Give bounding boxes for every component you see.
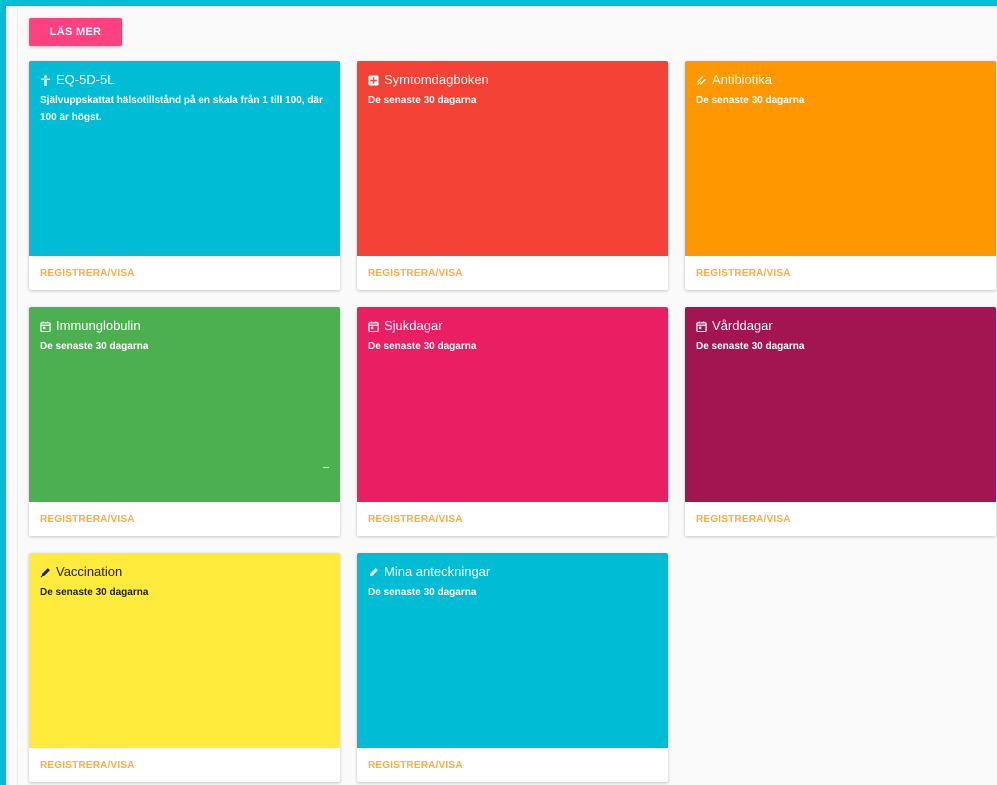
- register-view-link[interactable]: REGISTRERA/VISA: [40, 514, 135, 525]
- register-view-link[interactable]: REGISTRERA/VISA: [368, 268, 463, 279]
- card-title-text: EQ-5D-5L: [56, 72, 115, 87]
- card-body[interactable]: Immunglobulin De senaste 30 dagarna: [29, 307, 340, 502]
- card-title: Vårddagar: [696, 318, 986, 334]
- card-symtomdagboken: Symtomdagboken De senaste 30 dagarna REG…: [357, 61, 668, 290]
- card-antibiotika: Antibiotika De senaste 30 dagarna REGIST…: [685, 61, 996, 290]
- card-title: Symtomdagboken: [368, 72, 658, 88]
- card-immunglobulin: Immunglobulin De senaste 30 dagarna REGI…: [29, 307, 340, 536]
- card-footer: REGISTRERA/VISA: [357, 748, 668, 782]
- register-view-link[interactable]: REGISTRERA/VISA: [696, 514, 791, 525]
- card-footer: REGISTRERA/VISA: [29, 256, 340, 290]
- card-subtitle: De senaste 30 dagarna: [696, 341, 805, 352]
- syringe-icon: [40, 567, 51, 578]
- card-title: Mina anteckningar: [368, 564, 658, 580]
- card-subtitle: De senaste 30 dagarna: [40, 341, 149, 352]
- person-icon: [40, 74, 51, 86]
- card-body[interactable]: Vaccination De senaste 30 dagarna: [29, 553, 340, 748]
- register-view-link[interactable]: REGISTRERA/VISA: [368, 760, 463, 771]
- main-content: LÄS MER EQ-5D-5L Självuppskattat hälsoti…: [6, 6, 997, 785]
- register-view-link[interactable]: REGISTRERA/VISA: [40, 760, 135, 771]
- register-view-link[interactable]: REGISTRERA/VISA: [40, 268, 135, 279]
- plus-box-icon: [368, 74, 379, 86]
- register-view-link[interactable]: REGISTRERA/VISA: [696, 268, 791, 279]
- dash-mark: [323, 467, 329, 468]
- card-title: Vaccination: [40, 564, 330, 580]
- register-view-link[interactable]: REGISTRERA/VISA: [368, 514, 463, 525]
- card-title-text: Antibiotika: [712, 72, 772, 87]
- card-title: Antibiotika: [696, 72, 986, 88]
- card-title-text: Symtomdagboken: [384, 72, 489, 87]
- card-sjukdagar: Sjukdagar De senaste 30 dagarna REGISTRE…: [357, 307, 668, 536]
- card-title: EQ-5D-5L: [40, 72, 330, 88]
- card-vaccination: Vaccination De senaste 30 dagarna REGIST…: [29, 553, 340, 782]
- card-body[interactable]: EQ-5D-5L Självuppskattat hälsotillstånd …: [29, 61, 340, 256]
- card-mina-anteckningar: Mina anteckningar De senaste 30 dagarna …: [357, 553, 668, 782]
- card-eq5d: EQ-5D-5L Självuppskattat hälsotillstånd …: [29, 61, 340, 290]
- card-body[interactable]: Sjukdagar De senaste 30 dagarna: [357, 307, 668, 502]
- card-subtitle: De senaste 30 dagarna: [368, 341, 477, 352]
- card-title-text: Mina anteckningar: [384, 564, 491, 579]
- card-title-text: Vårddagar: [712, 318, 773, 333]
- card-title: Sjukdagar: [368, 318, 658, 334]
- card-subtitle: De senaste 30 dagarna: [368, 587, 477, 598]
- card-footer: REGISTRERA/VISA: [29, 502, 340, 536]
- card-footer: REGISTRERA/VISA: [29, 748, 340, 782]
- card-footer: REGISTRERA/VISA: [685, 256, 996, 290]
- calendar-icon: [40, 320, 51, 332]
- card-body[interactable]: Mina anteckningar De senaste 30 dagarna: [357, 553, 668, 748]
- card-subtitle: De senaste 30 dagarna: [696, 95, 805, 106]
- card-grid: EQ-5D-5L Självuppskattat hälsotillstånd …: [29, 61, 996, 782]
- read-more-button[interactable]: LÄS MER: [29, 18, 122, 46]
- pencil-icon: [368, 567, 379, 578]
- calendar-icon: [696, 320, 707, 332]
- card-varddagar: Vårddagar De senaste 30 dagarna REGISTRE…: [685, 307, 996, 536]
- sidebar-divider: [17, 6, 18, 785]
- card-body[interactable]: Antibiotika De senaste 30 dagarna: [685, 61, 996, 256]
- card-subtitle: De senaste 30 dagarna: [368, 95, 477, 106]
- card-title-text: Immunglobulin: [56, 318, 141, 333]
- card-body[interactable]: Symtomdagboken De senaste 30 dagarna: [357, 61, 668, 256]
- card-footer: REGISTRERA/VISA: [357, 502, 668, 536]
- card-title: Immunglobulin: [40, 318, 330, 334]
- card-title-text: Sjukdagar: [384, 318, 443, 333]
- card-title-text: Vaccination: [56, 564, 123, 579]
- card-subtitle: De senaste 30 dagarna: [40, 587, 149, 598]
- card-body[interactable]: Vårddagar De senaste 30 dagarna: [685, 307, 996, 502]
- card-subtitle: Självuppskattat hälsotillstånd på en ska…: [40, 95, 323, 123]
- pill-icon: [696, 75, 707, 86]
- card-footer: REGISTRERA/VISA: [357, 256, 668, 290]
- card-footer: REGISTRERA/VISA: [685, 502, 996, 536]
- calendar-icon: [368, 320, 379, 332]
